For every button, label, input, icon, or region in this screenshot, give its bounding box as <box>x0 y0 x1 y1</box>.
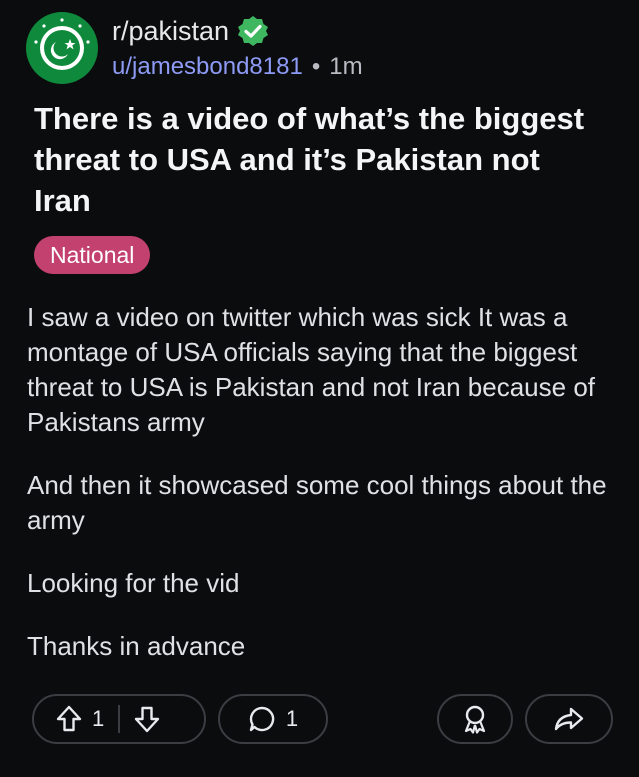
subreddit-name[interactable]: r/pakistan <box>112 16 229 47</box>
comments-button[interactable]: 1 <box>218 694 328 744</box>
comment-count: 1 <box>285 706 299 731</box>
body-paragraph: I saw a video on twitter which was sick … <box>27 302 596 437</box>
subreddit-row: r/pakistan <box>112 12 363 50</box>
post-meta: r/pakistan u/jamesbond8181 • 1m <box>112 12 363 84</box>
award-button[interactable] <box>437 694 513 744</box>
body-paragraph: Thanks in advance <box>27 631 246 661</box>
author-row: u/jamesbond8181 • 1m <box>112 50 363 84</box>
vote-divider <box>118 705 121 733</box>
award-icon <box>461 704 489 734</box>
post-header: r/pakistan u/jamesbond8181 • 1m <box>26 10 363 86</box>
body-paragraph: And then it showcased some cool things a… <box>27 470 607 535</box>
vote-control: 1 <box>32 694 206 744</box>
post-action-bar: 1 1 <box>0 694 639 746</box>
author-username[interactable]: u/jamesbond8181 <box>112 53 303 81</box>
downvote-icon[interactable] <box>134 705 160 733</box>
verified-badge-icon <box>237 15 269 47</box>
post-body: I saw a video on twitter which was sick … <box>27 300 622 692</box>
post-title: There is a video of what’s the biggest t… <box>34 101 585 218</box>
share-button[interactable] <box>525 694 613 744</box>
meta-separator: • <box>311 53 321 80</box>
upvote-icon[interactable] <box>56 705 82 733</box>
comment-icon <box>248 705 276 733</box>
post-flair[interactable]: National <box>34 236 151 274</box>
upvote-count: 1 <box>92 706 105 731</box>
share-icon <box>554 706 584 732</box>
post-age: 1m <box>329 53 363 80</box>
subreddit-avatar-icon[interactable] <box>26 12 98 84</box>
body-paragraph: Looking for the vid <box>27 568 240 598</box>
